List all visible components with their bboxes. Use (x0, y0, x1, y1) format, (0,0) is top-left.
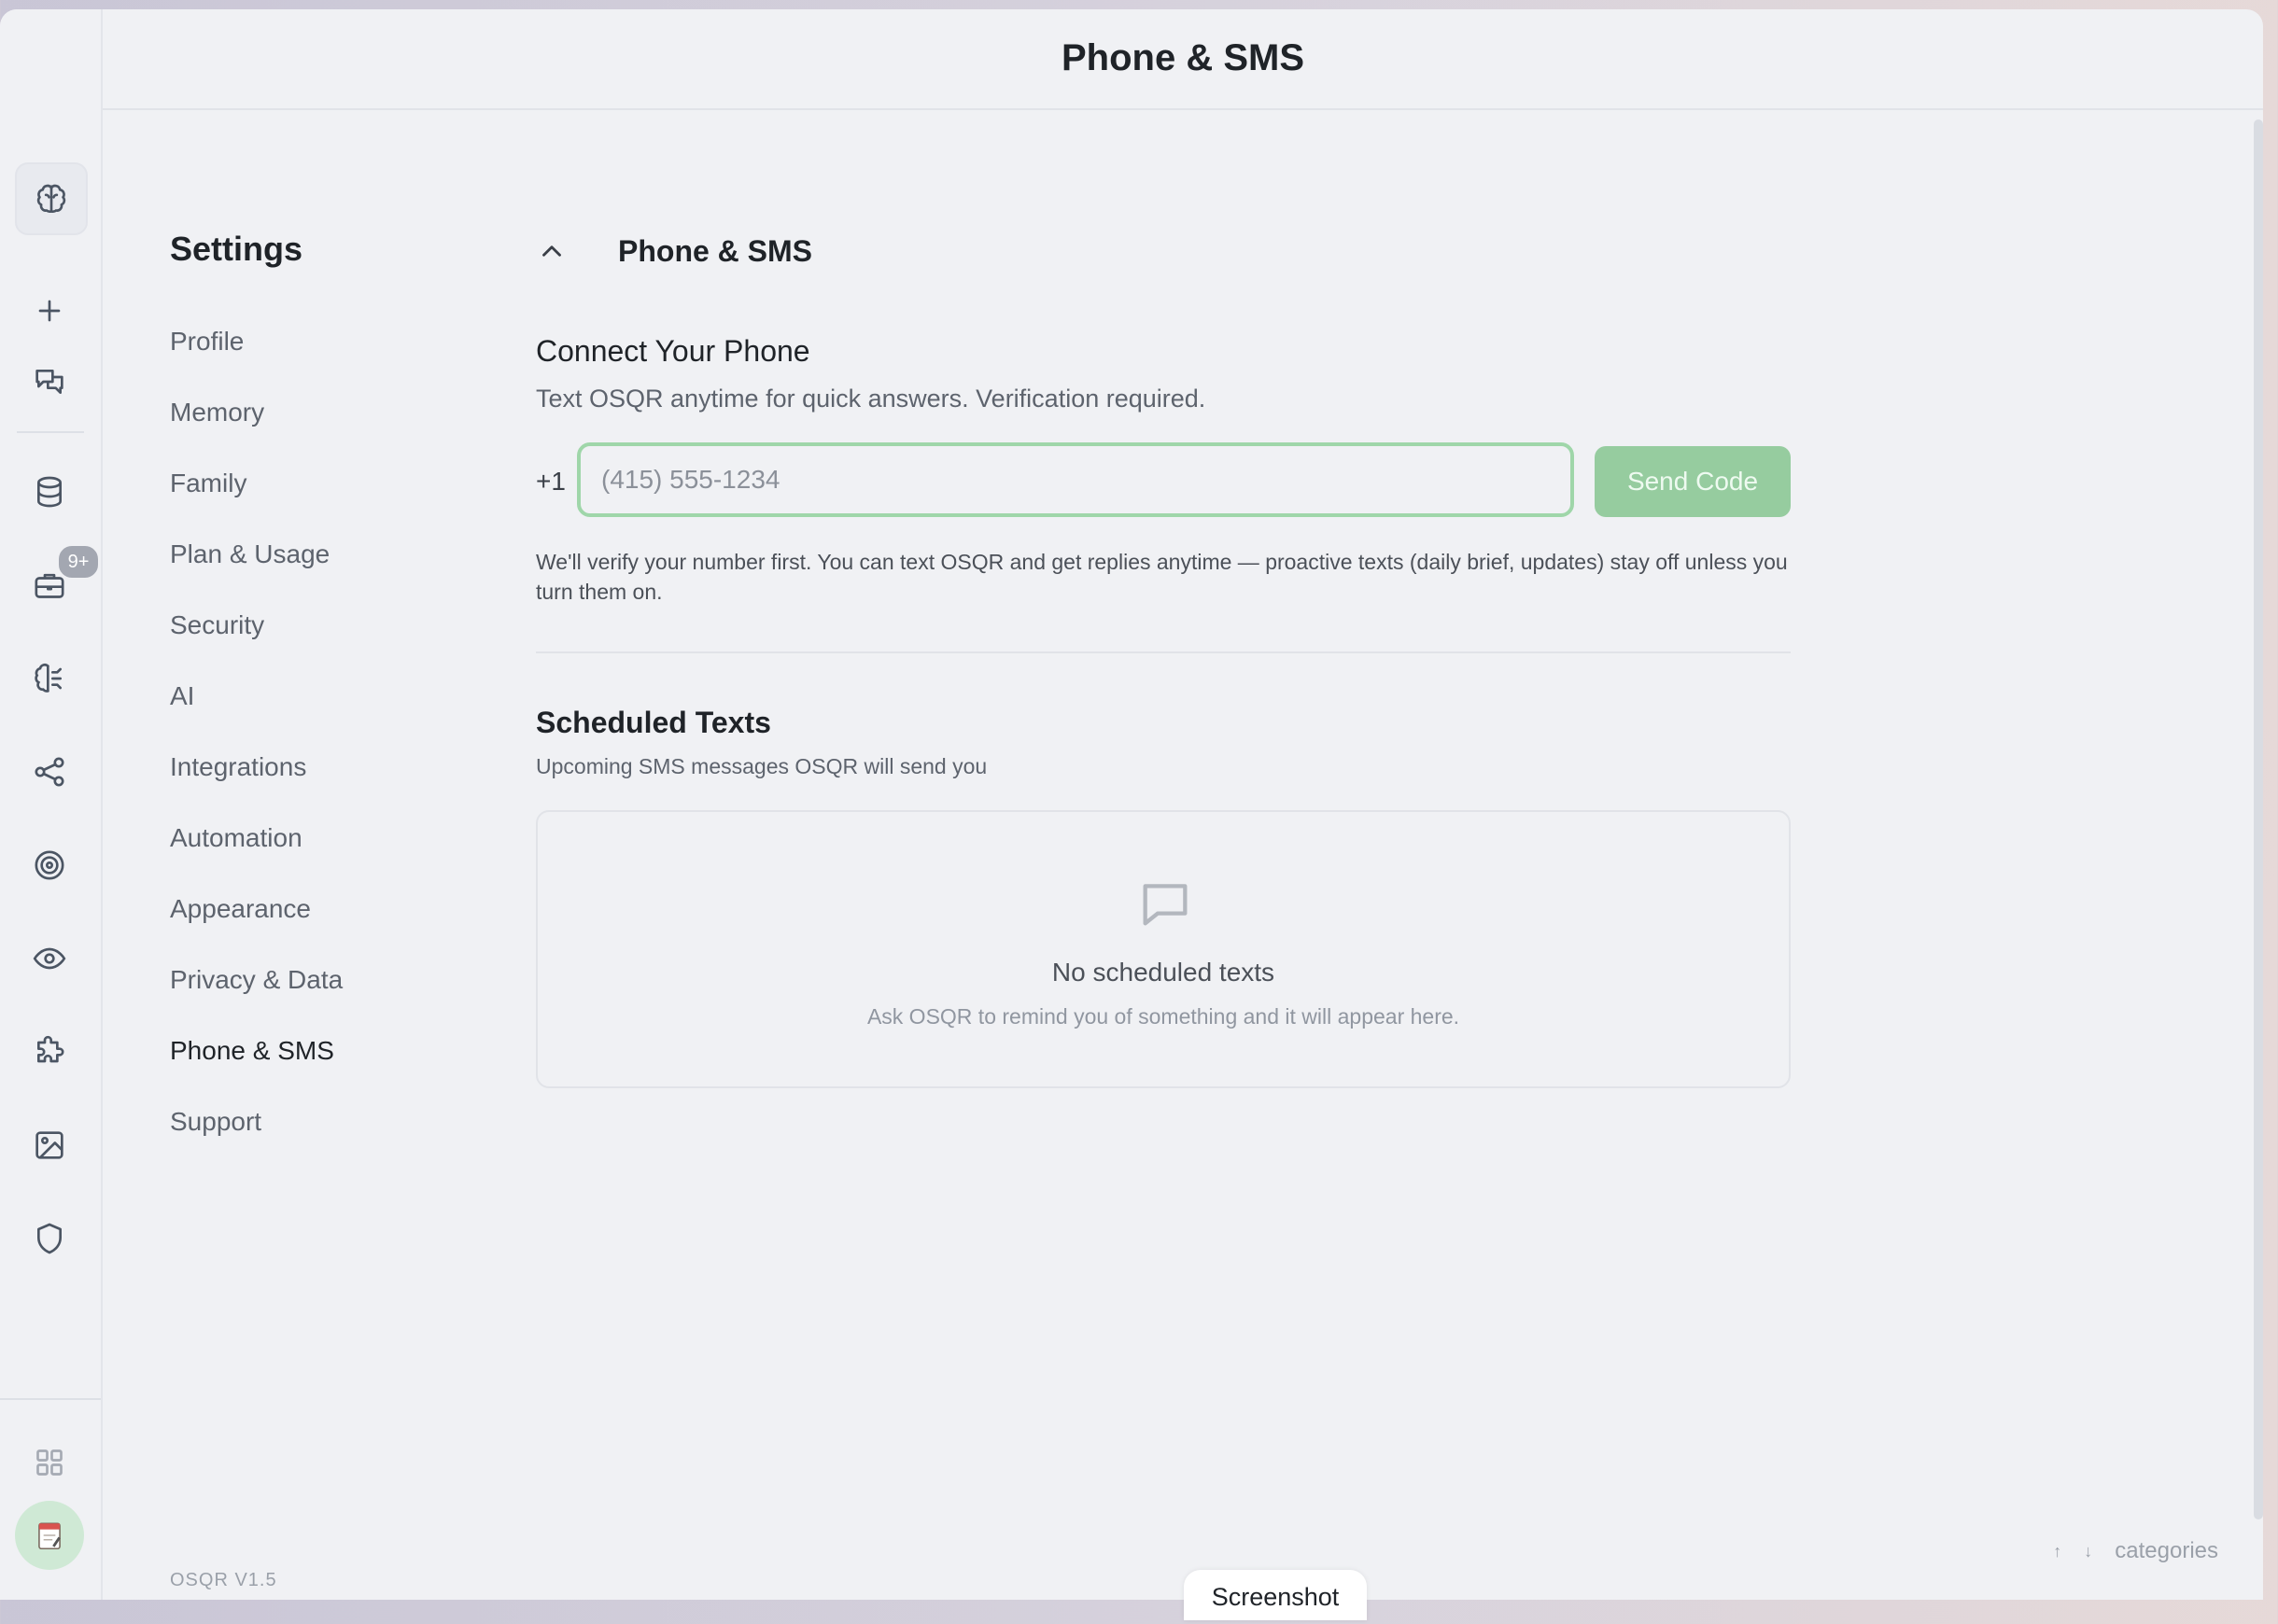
shield-icon[interactable] (15, 1204, 84, 1273)
empty-state-subtitle: Ask OSQR to remind you of something and … (866, 1004, 1460, 1029)
app-version: OSQR V1.5 (170, 1570, 277, 1590)
country-code: +1 (536, 467, 566, 496)
settings-nav: Profile Memory Family Plan & Usage Secur… (170, 327, 343, 1178)
section-title: Phone & SMS (618, 233, 813, 268)
arrow-up-icon: ↑ (2053, 1541, 2062, 1561)
eye-icon[interactable] (15, 924, 84, 993)
phone-number-input[interactable] (577, 442, 1574, 517)
nav-item-ai[interactable]: AI (170, 681, 343, 752)
scheduled-texts-empty-state: No scheduled texts Ask OSQR to remind yo… (536, 810, 1791, 1088)
brain-circuit-icon[interactable] (15, 644, 84, 713)
section-header[interactable]: Phone & SMS (536, 228, 812, 274)
verification-note: We'll verify your number first. You can … (536, 550, 1788, 604)
chevron-up-icon[interactable] (536, 228, 594, 274)
brain-icon[interactable] (15, 162, 88, 235)
app-window: 9+ Phone & SMS Settings Profile Memory F… (0, 9, 2263, 1600)
message-square-icon (1133, 874, 1197, 933)
share-icon[interactable] (15, 737, 84, 806)
icon-rail: 9+ (0, 9, 103, 1600)
screenshot-pill[interactable]: Screenshot (1184, 1570, 1367, 1620)
top-bar: Phone & SMS (103, 9, 2263, 110)
keyboard-hint: ↑ ↓ categories (2053, 1538, 2218, 1564)
scheduled-texts-subtitle: Upcoming SMS messages OSQR will send you (536, 754, 988, 778)
grid-icon[interactable] (15, 1428, 84, 1497)
chat-icon[interactable] (15, 347, 84, 416)
notification-badge: 9+ (56, 543, 101, 581)
scrollbar[interactable] (2254, 119, 2263, 1519)
nav-item-phone-sms[interactable]: Phone & SMS (170, 1036, 343, 1107)
nav-item-support[interactable]: Support (170, 1107, 343, 1178)
nav-item-plan-usage[interactable]: Plan & Usage (170, 539, 343, 610)
nav-item-integrations[interactable]: Integrations (170, 752, 343, 823)
image-icon[interactable] (15, 1111, 84, 1180)
hint-label: categories (2115, 1538, 2218, 1563)
section-divider (536, 651, 1791, 653)
nav-item-family[interactable]: Family (170, 469, 343, 539)
arrow-down-icon: ↓ (2084, 1541, 2093, 1561)
rail-separator (17, 431, 84, 433)
connect-phone-subtitle: Text OSQR anytime for quick answers. Ver… (536, 385, 1206, 413)
nav-item-appearance[interactable]: Appearance (170, 894, 343, 965)
nav-item-security[interactable]: Security (170, 610, 343, 681)
notepad-avatar-icon (38, 1522, 61, 1550)
send-code-button[interactable]: Send Code (1595, 446, 1791, 517)
rail-separator (0, 1398, 101, 1400)
puzzle-icon[interactable] (15, 1017, 84, 1086)
user-avatar[interactable] (15, 1501, 84, 1570)
settings-title: Settings (170, 230, 303, 268)
page-title: Phone & SMS (1061, 37, 1305, 78)
empty-state-title: No scheduled texts (1051, 958, 1275, 987)
nav-item-automation[interactable]: Automation (170, 823, 343, 894)
nav-item-memory[interactable]: Memory (170, 398, 343, 469)
scheduled-texts-title: Scheduled Texts (536, 706, 771, 739)
connect-phone-title: Connect Your Phone (536, 334, 810, 368)
database-icon[interactable] (15, 457, 84, 526)
plus-icon[interactable] (15, 276, 84, 345)
nav-item-privacy-data[interactable]: Privacy & Data (170, 965, 343, 1036)
target-icon[interactable] (15, 831, 84, 900)
nav-item-profile[interactable]: Profile (170, 327, 343, 398)
